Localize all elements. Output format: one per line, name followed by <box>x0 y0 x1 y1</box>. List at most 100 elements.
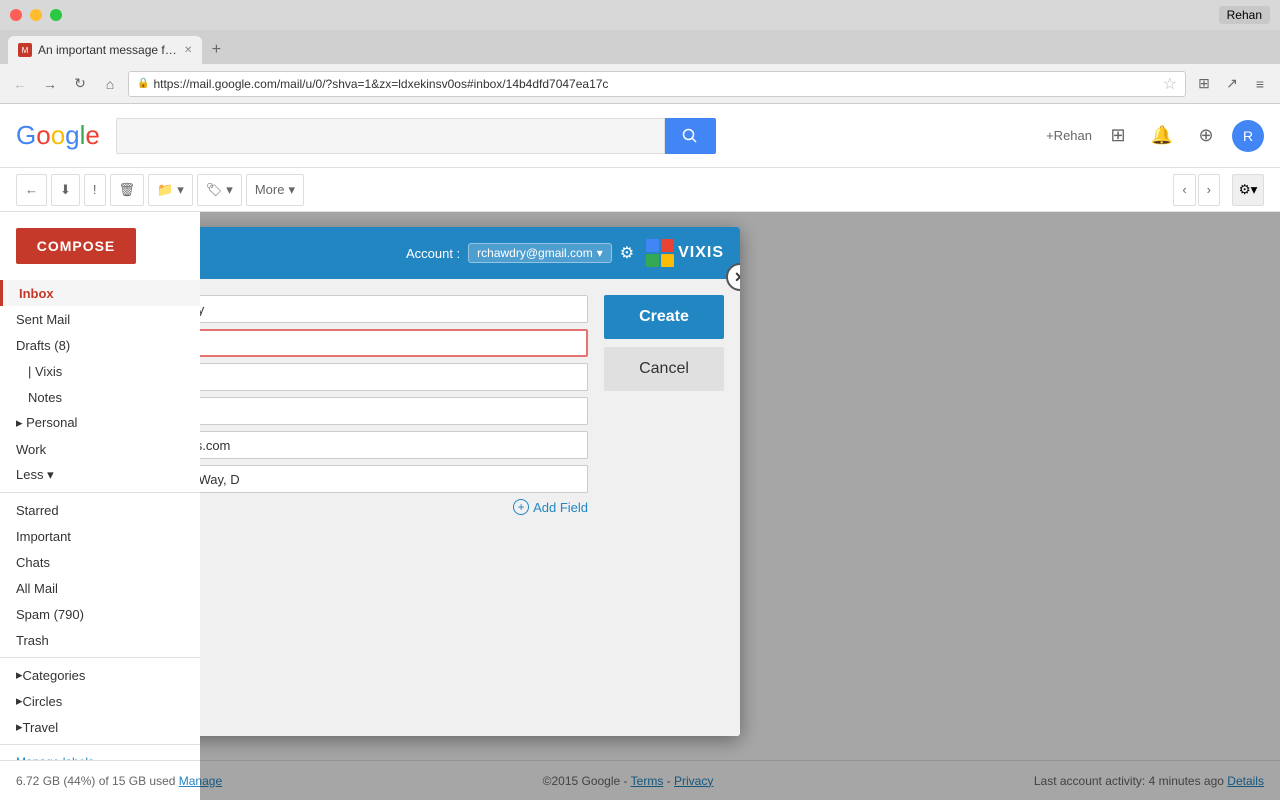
sidebar-item-chats[interactable]: Chats <box>0 549 200 575</box>
sidebar-item-starred[interactable]: Starred <box>0 497 200 523</box>
address-bar[interactable]: 🔒 https://mail.google.com/mail/u/0/?shva… <box>128 71 1186 97</box>
profile-name[interactable]: Rehan <box>1219 6 1270 24</box>
settings-menu-icon[interactable]: ≡ <box>1248 72 1272 96</box>
prev-email-btn[interactable]: ‹ <box>1173 174 1195 206</box>
footer-storage: 6.72 GB (44%) of 15 GB used Manage <box>16 774 222 788</box>
header-icons: +Rehan ⊞ 🔔 ⊕ R <box>1046 118 1264 154</box>
titlebar: Rehan <box>0 0 1280 30</box>
add-field-circle-icon: + <box>513 499 529 515</box>
sidebar-item-vixis[interactable]: | Vixis <box>0 358 200 384</box>
create-button[interactable]: Create <box>604 295 724 339</box>
close-traffic-light[interactable] <box>10 9 22 21</box>
modal-body: ✕ Name ✕ ✕ Organization <box>200 279 740 531</box>
plus-label[interactable]: +Rehan <box>1046 128 1092 143</box>
sent-label: Sent Mail <box>16 312 70 327</box>
storage-text: 6.72 GB (44%) of 15 GB used <box>16 774 175 788</box>
sidebar-divider-3 <box>0 744 200 745</box>
add-field-row: + Add Field <box>200 499 588 515</box>
field-row-title: ✕ <box>200 329 588 357</box>
inbox-label: Inbox <box>19 286 54 301</box>
max-traffic-light[interactable] <box>50 9 62 21</box>
toolbar-delete-btn[interactable]: 🗑 <box>110 174 145 206</box>
field-value-email[interactable] <box>200 431 588 459</box>
reload-button[interactable]: ↻ <box>68 72 92 96</box>
field-row-address: ✕ <box>200 465 588 493</box>
tab-bar: M An important message fro... ✕ + <box>0 30 1280 64</box>
forward-button[interactable]: → <box>38 72 62 96</box>
sidebar-item-work[interactable]: Work <box>0 436 200 462</box>
toolbar-report-btn[interactable]: ! <box>84 174 106 206</box>
search-input[interactable] <box>116 118 665 154</box>
search-button[interactable] <box>665 118 716 154</box>
field-value-title[interactable] <box>200 329 588 357</box>
notifications-icon[interactable]: 🔔 <box>1144 118 1180 154</box>
new-tab-button[interactable]: + <box>202 36 230 64</box>
add-field-button[interactable]: + Add Field <box>513 499 588 515</box>
work-label: Work <box>16 442 46 457</box>
sidebar-item-trash[interactable]: Trash <box>0 627 200 653</box>
label-dropdown-icon: ▾ <box>226 182 233 198</box>
existing-contacts-section: Existing contacts ↻ Refresh Rehan Chawdr… <box>200 531 740 736</box>
sidebar-item-travel[interactable]: ▸ Travel <box>0 714 200 740</box>
main-layout: COMPOSE Inbox Sent Mail Drafts (8) | Vix… <box>0 212 1280 800</box>
sidebar-item-personal[interactable]: ▸ Personal <box>0 410 200 436</box>
modal-settings-icon[interactable]: ⚙ <box>620 243 634 263</box>
toolbar-back-btn[interactable]: ← <box>16 174 47 206</box>
ssl-icon: 🔒 <box>137 78 149 89</box>
folder-dropdown-icon: ▾ <box>177 182 184 198</box>
next-email-btn[interactable]: › <box>1198 174 1220 206</box>
less-label: Less ▾ <box>16 467 54 483</box>
sidebar-item-spam[interactable]: Spam (790) <box>0 601 200 627</box>
sidebar-item-allmail[interactable]: All Mail <box>0 575 200 601</box>
account-email-select[interactable]: rchawdry@gmail.com ▾ <box>468 243 612 263</box>
add-account-icon[interactable]: ⊕ <box>1188 118 1224 154</box>
extension-icon-1[interactable]: ⊞ <box>1192 72 1216 96</box>
extension-icon-2[interactable]: ↗ <box>1220 72 1244 96</box>
back-icon: ← <box>25 182 38 197</box>
circles-label: Circles <box>23 694 63 709</box>
sidebar-item-sent[interactable]: Sent Mail <box>0 306 200 332</box>
sidebar-item-inbox[interactable]: Inbox <box>0 280 200 306</box>
back-button[interactable]: ← <box>8 72 32 96</box>
field-value-org[interactable] <box>200 363 588 391</box>
search-bar <box>116 118 716 154</box>
tab-close-button[interactable]: ✕ <box>184 45 192 56</box>
toolbar-label-btn[interactable]: 🏷 ▾ <box>197 174 242 206</box>
sidebar-item-important[interactable]: Important <box>0 523 200 549</box>
contact-parser-modal: ✕ Contact Parser Account : rchawdry@gmai… <box>200 227 740 736</box>
field-value-name[interactable] <box>200 295 588 323</box>
sidebar-item-drafts[interactable]: Drafts (8) <box>0 332 200 358</box>
field-value-phone[interactable] <box>200 397 588 425</box>
field-row-phone: ✕ Phone - Work <box>200 397 588 425</box>
sidebar-item-circles[interactable]: ▸ Circles <box>0 688 200 714</box>
settings-btn[interactable]: ⚙ ▾ <box>1232 174 1264 206</box>
browser-toolbar: ← → ↻ ⌂ 🔒 https://mail.google.com/mail/u… <box>0 64 1280 104</box>
chats-label: Chats <box>16 555 50 570</box>
home-button[interactable]: ⌂ <box>98 72 122 96</box>
compose-button[interactable]: COMPOSE <box>16 228 136 264</box>
cancel-button[interactable]: Cancel <box>604 347 724 391</box>
account-label: Account : <box>406 246 460 261</box>
tab-title: An important message fro... <box>38 43 178 57</box>
sidebar-item-categories[interactable]: ▸ Categories <box>0 662 200 688</box>
google-logo: Google <box>16 120 100 151</box>
browser-tab-active[interactable]: M An important message fro... ✕ <box>8 36 202 64</box>
sidebar-item-less[interactable]: Less ▾ <box>0 462 200 488</box>
toolbar-archive-btn[interactable]: ⬇ <box>51 174 80 206</box>
more-dropdown-icon: ▾ <box>288 182 295 198</box>
avatar[interactable]: R <box>1232 120 1264 152</box>
apps-icon[interactable]: ⊞ <box>1100 118 1136 154</box>
sidebar-divider-1 <box>0 492 200 493</box>
report-icon: ! <box>93 182 97 197</box>
bookmark-star[interactable]: ☆ <box>1163 74 1177 94</box>
toolbar-folder-btn[interactable]: 📁 ▾ <box>148 174 193 206</box>
nav-arrows: ‹ › <box>1173 174 1220 206</box>
sidebar-divider-2 <box>0 657 200 658</box>
travel-label: Travel <box>23 720 59 735</box>
min-traffic-light[interactable] <box>30 9 42 21</box>
toolbar-more-btn[interactable]: More ▾ <box>246 174 304 206</box>
vixis-logo: VIXIS <box>646 239 724 267</box>
sidebar-item-notes[interactable]: Notes <box>0 384 200 410</box>
vixis-label: | Vixis <box>28 364 62 379</box>
field-value-address[interactable] <box>200 465 588 493</box>
